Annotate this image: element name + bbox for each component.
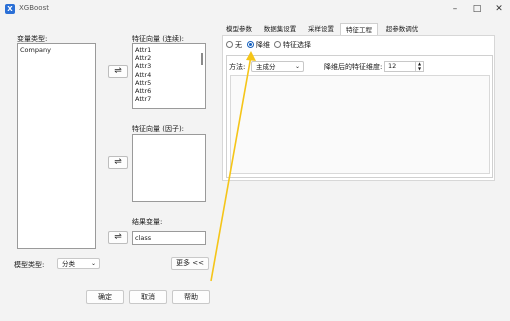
list-item[interactable]: Attr7 bbox=[133, 95, 205, 103]
swap-target-button[interactable]: ⇌ bbox=[108, 231, 128, 244]
list-item[interactable]: Company bbox=[18, 46, 95, 54]
target-field[interactable]: class bbox=[132, 231, 206, 245]
feature-cont-list[interactable]: Attr1 Attr2 Attr3 Attr4 Attr5 Attr6 Attr… bbox=[132, 43, 206, 109]
list-item[interactable]: Attr2 bbox=[133, 54, 205, 62]
tab-hyperparam[interactable]: 超参数调优 bbox=[380, 23, 424, 35]
cancel-button[interactable]: 取消 bbox=[129, 290, 167, 304]
window-title: XGBoost bbox=[19, 4, 49, 12]
radio-select[interactable] bbox=[274, 41, 281, 48]
method-select[interactable]: 主成分 ⌄ bbox=[251, 61, 304, 72]
list-item[interactable]: Attr5 bbox=[133, 79, 205, 87]
maximize-icon[interactable]: □ bbox=[466, 0, 488, 18]
help-button[interactable]: 帮助 bbox=[172, 290, 210, 304]
tab-dataset[interactable]: 数据集设置 bbox=[258, 23, 302, 35]
tab-sampling[interactable]: 采样设置 bbox=[303, 23, 339, 35]
list-item[interactable]: Attr4 bbox=[133, 71, 205, 79]
tab-model-params[interactable]: 模型参数 bbox=[222, 23, 256, 35]
radio-reduce[interactable] bbox=[247, 41, 254, 48]
model-type-value: 分类 bbox=[62, 260, 75, 268]
app-icon: X bbox=[5, 4, 15, 14]
dim-value: 12 bbox=[388, 62, 397, 70]
ok-button[interactable]: 确定 bbox=[86, 290, 124, 304]
swap-cont-button[interactable]: ⇌ bbox=[108, 65, 128, 78]
list-item[interactable]: Attr3 bbox=[133, 62, 205, 70]
more-button[interactable]: 更多 << bbox=[171, 257, 209, 270]
target-value: class bbox=[135, 234, 152, 242]
close-icon[interactable]: ✕ bbox=[488, 0, 510, 18]
spin-arrows-icon[interactable]: ▲ ▼ bbox=[415, 61, 423, 71]
title-bar: X XGBoost – □ ✕ bbox=[0, 0, 510, 20]
list-item[interactable]: Attr6 bbox=[133, 87, 205, 95]
scrollbar-thumb[interactable] bbox=[201, 53, 203, 65]
model-type-label: 模型类型: bbox=[14, 261, 45, 269]
radio-none-label: 无 bbox=[235, 41, 242, 49]
chevron-down-icon: ⌄ bbox=[90, 260, 96, 267]
model-type-select[interactable]: 分类 ⌄ bbox=[57, 258, 100, 269]
variable-list[interactable]: Company bbox=[17, 43, 96, 249]
app-window: X XGBoost – □ ✕ 变量类型: Company 特征向量 (连续):… bbox=[0, 0, 510, 321]
target-label: 结果变量: bbox=[132, 218, 163, 226]
method-label: 方法: bbox=[229, 63, 246, 71]
dim-label: 降维后的特征维度: bbox=[324, 63, 383, 71]
feature-factor-list[interactable] bbox=[132, 134, 206, 202]
dim-spinbox[interactable]: 12 ▲ ▼ bbox=[384, 61, 424, 72]
radio-none[interactable] bbox=[226, 41, 233, 48]
tab-feature-engineering[interactable]: 特征工程 bbox=[340, 23, 378, 35]
radio-reduce-label: 降维 bbox=[256, 41, 270, 49]
radio-select-label: 特征选择 bbox=[283, 41, 311, 49]
swap-factor-button[interactable]: ⇌ bbox=[108, 156, 128, 169]
minimize-icon[interactable]: – bbox=[444, 0, 466, 18]
options-content-area bbox=[230, 75, 490, 174]
list-item[interactable]: Attr1 bbox=[133, 46, 205, 54]
method-value: 主成分 bbox=[256, 63, 276, 71]
feature-factor-label: 特征向量 (因子): bbox=[132, 125, 185, 133]
chevron-down-icon: ⌄ bbox=[294, 63, 300, 70]
